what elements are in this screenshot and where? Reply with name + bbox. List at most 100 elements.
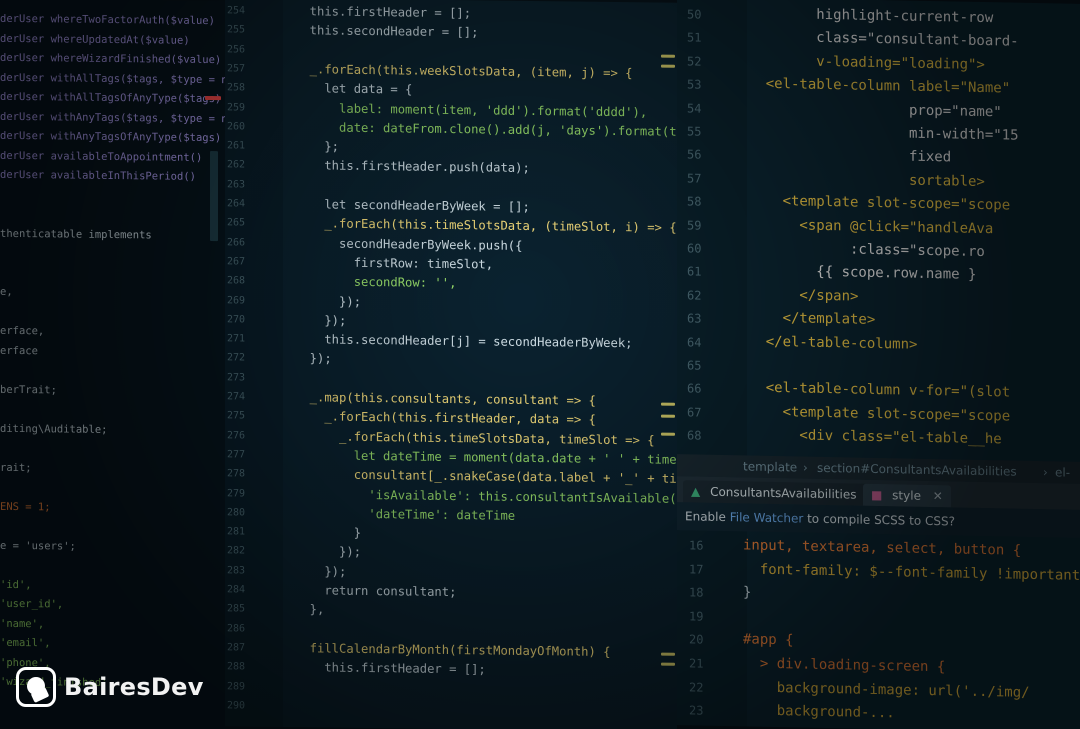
left-scrollbar[interactable]: [210, 151, 218, 242]
line-number: 60: [687, 241, 702, 256]
code-line: this.firstHeader = [];: [295, 660, 486, 677]
left-code-line: diting\Auditable;: [0, 422, 108, 436]
line-number: 57: [687, 171, 702, 186]
line-number: 278: [227, 468, 246, 480]
line-number: 285: [227, 603, 246, 615]
line-number: 66: [687, 381, 702, 396]
scss-line: #app {: [743, 631, 794, 649]
template-line: <div class="el-table__he: [732, 426, 1002, 448]
template-line: <template slot-scope="scope: [732, 402, 1011, 425]
line-number: 62: [687, 288, 702, 303]
line-number: 21: [689, 656, 704, 671]
line-number: 264: [227, 198, 246, 210]
line-number: 259: [227, 101, 246, 113]
middle-code-pane[interactable]: 254 255 256 257 258 259 260 261 262 263 264 265 266 2…: [225, 0, 677, 729]
middle-scroll-marker: [661, 54, 675, 58]
line-number: 59: [687, 217, 702, 233]
code-line: });: [295, 563, 347, 579]
template-line: sortable>: [732, 168, 985, 190]
line-number: 51: [687, 30, 702, 45]
left-code-line: derUser availableToAppointment(): [0, 149, 203, 164]
line-number: 18: [689, 585, 704, 600]
code-line: },: [295, 602, 325, 617]
template-line: <span @click="handleAva: [732, 215, 994, 237]
notification-prefix: Enable: [685, 509, 730, 525]
line-number: 272: [227, 352, 246, 364]
line-number: 275: [227, 410, 246, 422]
screen: derUser whereTwoFactorAuth($value) derUse…: [0, 0, 1080, 729]
line-number: 63: [687, 311, 702, 326]
line-number: 50: [687, 7, 702, 22]
code-line: }: [295, 525, 362, 540]
code-line: 'dateTime': dateTime: [295, 505, 516, 523]
middle-scroll-marker: [661, 402, 675, 406]
left-code-pane[interactable]: derUser whereTwoFactorAuth($value) derUse…: [0, 0, 225, 729]
line-number: 281: [227, 526, 246, 538]
line-number: 282: [227, 545, 246, 557]
line-number: 263: [227, 178, 246, 191]
brand-logo: BairesDev: [16, 667, 204, 707]
template-line: </template>: [732, 309, 876, 329]
middle-scroll-marker: [661, 414, 675, 418]
line-number: 255: [227, 24, 246, 36]
scss-line: }: [743, 584, 752, 601]
left-code-line: derUser withAllTags($tags, $type = null): [0, 71, 225, 86]
file-watcher-link[interactable]: File Watcher: [730, 510, 804, 525]
scss-line: background-...: [743, 702, 895, 722]
line-number: 54: [687, 100, 702, 116]
code-line: _.forEach(this.timeSlotsData, timeSlot =…: [295, 428, 655, 448]
scss-line: background-image: url('../img/: [743, 678, 1030, 701]
left-code-line: derUser withAnyTagsOfAnyType($tags): [0, 129, 222, 145]
line-number: 279: [227, 487, 246, 499]
left-code-line: 'email',: [0, 636, 51, 650]
line-number: 286: [227, 622, 246, 635]
code-line: consultant[_.snakeCase(data.label + '_' …: [295, 467, 677, 487]
left-code-line: 'name',: [0, 617, 45, 630]
left-code-lines: derUser whereTwoFactorAuth($value) derUse…: [0, 0, 225, 689]
line-number: 288: [227, 661, 246, 673]
code-line: this.firstHeader.push(data);: [295, 158, 530, 176]
tab-label: ConsultantsAvailabilities: [710, 484, 857, 502]
line-number: 58: [687, 194, 702, 209]
code-line: });: [295, 351, 332, 366]
left-code-line: e = 'users';: [0, 539, 76, 553]
line-number: 257: [227, 63, 246, 75]
template-line: <el-table-column v-for="(slot: [732, 379, 1011, 401]
line-number: 289: [227, 680, 246, 692]
line-number: 273: [227, 371, 246, 384]
breadcrumb-template[interactable]: template: [743, 455, 797, 478]
middle-scroll-marker: [661, 662, 675, 666]
middle-scroll-marker: [661, 64, 675, 68]
template-line: fixed: [732, 145, 952, 166]
code-line: this.secondHeader[j] = secondHeaderByWee…: [295, 332, 633, 351]
close-icon[interactable]: ✕: [933, 489, 943, 503]
left-code-line: ENS = 1;: [0, 500, 51, 513]
tab-style[interactable]: ■ style ✕: [863, 483, 951, 508]
line-number: 271: [227, 333, 246, 345]
tab-label: style: [892, 488, 921, 503]
line-number: 270: [227, 314, 246, 326]
code-line: return consultant;: [295, 583, 457, 600]
line-number: 287: [227, 642, 246, 654]
right-editor-pane[interactable]: 50 51 52 53 54 55 56 57 58 59 60 61 62 63 64 65 66 67 68 h…: [677, 0, 1080, 729]
left-code-line: derUser whereUpdatedAt($value): [0, 32, 190, 47]
line-number: 256: [227, 43, 246, 56]
line-number: 55: [687, 124, 702, 139]
left-code-line: derUser whereTwoFactorAuth($value): [0, 12, 215, 28]
code-line: });: [295, 544, 362, 560]
line-number: 266: [227, 236, 246, 249]
code-line: };: [295, 139, 340, 154]
template-line: highlight-current-row: [732, 5, 994, 27]
line-number: 22: [689, 679, 704, 695]
line-number: 260: [227, 121, 246, 133]
left-code-line: erface: [0, 344, 38, 357]
line-number: 23: [689, 703, 704, 718]
left-code-line: berTrait;: [0, 383, 57, 396]
code-line: 'isAvailable': this.consultantIsAvailabl…: [295, 486, 677, 506]
line-number: 277: [227, 449, 246, 461]
code-line: fillCalendarByMonth(firstMondayOfMonth) …: [295, 640, 611, 659]
middle-line-numbers: 254 255 256 257 258 259 260 261 262 263 264 265 266 2…: [225, 0, 677, 711]
line-number: 283: [227, 564, 246, 577]
code-line: this.secondHeader = [];: [295, 23, 479, 40]
code-line: date: dateFrom.clone().add(j, 'days').fo…: [295, 119, 677, 140]
